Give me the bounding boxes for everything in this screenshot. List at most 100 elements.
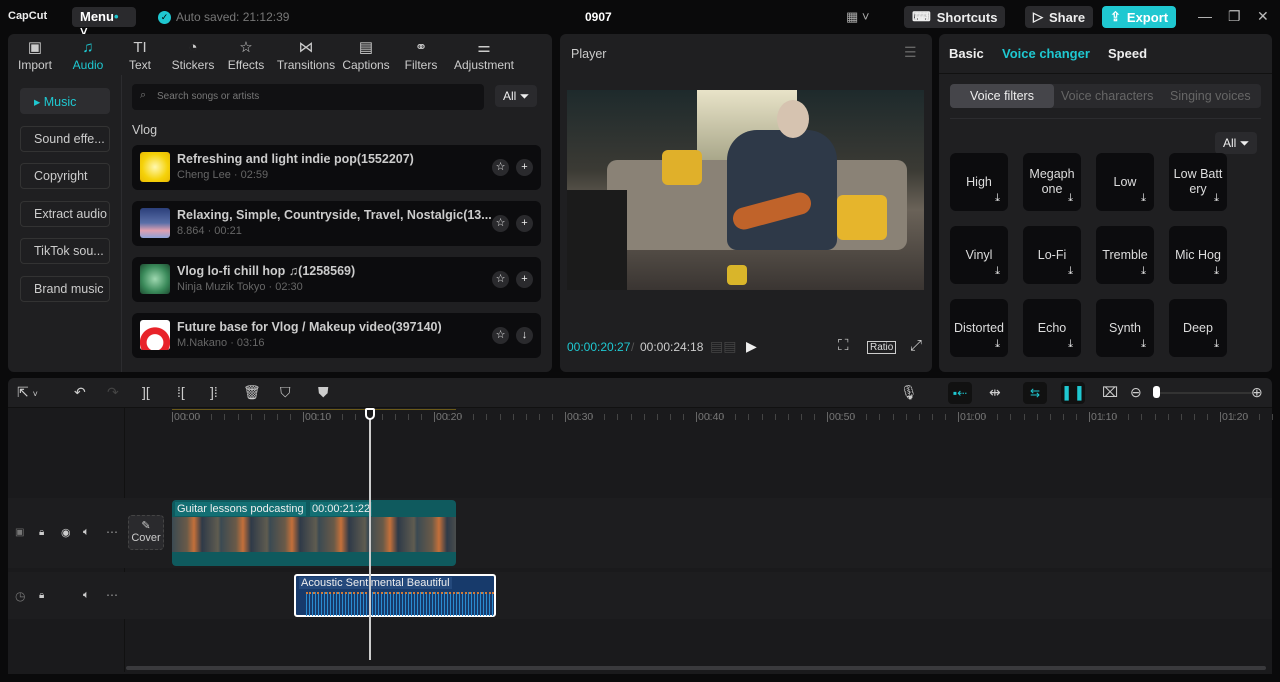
tab-adjustment[interactable]: ⚌ Adjustment — [450, 34, 518, 74]
song-item[interactable]: Vlog lo-fi chill hop ♫(1258569) Ninja Mu… — [132, 257, 541, 302]
tab-speed[interactable]: Speed — [1108, 46, 1147, 61]
add-icon[interactable]: + — [516, 159, 533, 176]
tab-basic[interactable]: Basic — [949, 46, 984, 61]
shield-icon[interactable]: ⛊ — [318, 384, 329, 401]
sidebar-item-extract-audio[interactable]: Extract audio — [20, 201, 110, 227]
voice-filter-echo[interactable]: Echo ⤓ — [1023, 299, 1081, 357]
tab-effects[interactable]: ☆ Effects — [220, 34, 272, 74]
select-tool-icon[interactable]: ⇱ ˅ — [17, 384, 38, 401]
favorite-icon[interactable]: ☆ — [492, 215, 509, 232]
playhead[interactable] — [369, 416, 371, 660]
zoom-slider[interactable] — [1156, 392, 1252, 394]
download-icon[interactable]: ⤓ — [995, 191, 1000, 206]
horizontal-scrollbar[interactable] — [126, 666, 1266, 670]
search-input[interactable]: ⌕ Search songs or artists — [132, 84, 484, 110]
audio-clip[interactable]: Acoustic Sentimental Beautiful — [294, 574, 496, 617]
maximize-icon[interactable]: ❐ — [1228, 8, 1241, 25]
voice-filter-synth[interactable]: Synth ⤓ — [1096, 299, 1154, 357]
voice-filter-tremble[interactable]: Tremble ⤓ — [1096, 226, 1154, 284]
layout-icon[interactable]: ▦ ˅ — [846, 9, 870, 25]
hamburger-menu-icon[interactable]: ☰ — [904, 44, 917, 61]
tab-filters[interactable]: ⚭ Filters — [392, 34, 450, 74]
tab-import[interactable]: ▣ Import — [8, 34, 62, 74]
share-button[interactable]: ▷ Share — [1025, 6, 1094, 28]
voice-filter-deep[interactable]: Deep ⤓ — [1169, 299, 1227, 357]
ratio-button[interactable]: Ratio — [867, 341, 897, 354]
fit-zoom-icon[interactable]: ⛶ — [838, 337, 849, 354]
subtab-voice-filters[interactable]: Voice filters — [950, 84, 1054, 108]
preview-axis-icon[interactable]: ▌▐ — [1061, 382, 1085, 404]
sidebar-item-music[interactable]: ▸ Music — [20, 88, 110, 114]
add-icon[interactable]: + — [516, 271, 533, 288]
zoom-to-fit-icon[interactable]: ⌧ — [1102, 384, 1118, 401]
menu-button[interactable]: Menu• ˅ — [72, 7, 136, 39]
voice-filter-vinyl[interactable]: Vinyl ⤓ — [950, 226, 1008, 284]
volume-icon[interactable]: 🔈︎ — [83, 589, 90, 602]
redo-icon[interactable]: ↷ — [107, 384, 119, 401]
lock-icon[interactable]: 🔒︎ — [39, 590, 44, 601]
microphone-icon[interactable]: 🎙 — [900, 384, 918, 401]
more-icon[interactable]: ⋯ — [106, 525, 118, 539]
play-icon[interactable]: ▶ — [746, 338, 757, 355]
sidebar-item-brand-music[interactable]: Brand music — [20, 276, 110, 302]
voice-filter-distorted[interactable]: Distorted ⤓ — [950, 299, 1008, 357]
download-icon[interactable]: ⤓ — [1141, 191, 1146, 206]
linkage-icon[interactable]: ⇆ — [1023, 382, 1047, 404]
voice-filter-high[interactable]: High ⤓ — [950, 153, 1008, 211]
fullscreen-icon[interactable]: ⤢ — [910, 337, 922, 354]
add-icon[interactable]: + — [516, 215, 533, 232]
download-icon[interactable]: ⤓ — [995, 337, 1000, 352]
cover-button[interactable]: ✎ Cover — [128, 515, 164, 550]
subtab-voice-characters[interactable]: Voice characters — [1061, 84, 1153, 108]
minimize-icon[interactable]: — — [1198, 8, 1212, 24]
volume-icon[interactable]: 🔈︎ — [83, 526, 90, 539]
mark-icon[interactable]: ⛉ — [280, 384, 291, 401]
voice-filter-low[interactable]: Low ⤓ — [1096, 153, 1154, 211]
main-track-magnet-icon[interactable]: ▪⇠ — [948, 382, 972, 404]
shortcuts-button[interactable]: ⌨ Shortcuts — [904, 6, 1006, 28]
tab-voice-changer[interactable]: Voice changer — [1002, 46, 1090, 61]
tab-transitions[interactable]: ⋈ Transitions — [272, 34, 340, 74]
tab-text[interactable]: TI Text — [114, 34, 166, 74]
undo-icon[interactable]: ↶ — [74, 384, 86, 401]
zoom-slider-handle[interactable] — [1153, 386, 1160, 398]
sidebar-item-copyright[interactable]: Copyright — [20, 163, 110, 189]
auto-snap-icon[interactable]: ⇹ — [989, 384, 1001, 401]
sidebar-item-tiktok-sounds[interactable]: TikTok sou... — [20, 238, 110, 264]
download-icon[interactable]: ⤓ — [1141, 337, 1146, 352]
video-clip[interactable]: Guitar lessons podcasting 00:00:21:22 — [172, 500, 456, 566]
song-item[interactable]: Future base for Vlog / Makeup video(3971… — [132, 313, 541, 358]
filter-all-button[interactable]: All ⏷ — [495, 85, 538, 107]
voice-filter-all-button[interactable]: All ⏷ — [1215, 132, 1258, 154]
playhead-handle[interactable] — [365, 408, 375, 420]
eye-icon[interactable]: ◉ — [61, 526, 71, 539]
favorite-icon[interactable]: ☆ — [492, 271, 509, 288]
waveform-icon[interactable]: ▤▤ — [710, 338, 736, 355]
song-item[interactable]: Relaxing, Simple, Countryside, Travel, N… — [132, 201, 541, 246]
download-icon[interactable]: ↓ — [516, 327, 533, 344]
voice-filter-low-battery[interactable]: Low Battery ⤓ — [1169, 153, 1227, 211]
voice-filter-lo-fi[interactable]: Lo-Fi ⤓ — [1023, 226, 1081, 284]
song-item[interactable]: Refreshing and light indie pop(1552207) … — [132, 145, 541, 190]
split-right-icon[interactable]: ]⁞ — [210, 384, 218, 400]
sidebar-item-sound-effects[interactable]: Sound effe... — [20, 126, 110, 152]
subtab-singing-voices[interactable]: Singing voices — [1170, 84, 1251, 108]
download-icon[interactable]: ⤓ — [1214, 337, 1219, 352]
tab-captions[interactable]: ▤ Captions — [340, 34, 392, 74]
download-icon[interactable]: ⤓ — [1214, 264, 1219, 279]
tab-audio[interactable]: ♫ Audio — [62, 34, 114, 74]
download-icon[interactable]: ⤓ — [1141, 264, 1146, 279]
download-icon[interactable]: ⤓ — [1214, 191, 1219, 206]
favorite-icon[interactable]: ☆ — [492, 159, 509, 176]
export-button[interactable]: ⇪ Export — [1102, 6, 1177, 28]
download-icon[interactable]: ⤓ — [1068, 264, 1073, 279]
download-icon[interactable]: ⤓ — [995, 264, 1000, 279]
split-icon[interactable]: ][ — [142, 384, 150, 400]
zoom-out-icon[interactable]: ⊖ — [1130, 384, 1142, 401]
zoom-in-icon[interactable]: ⊕ — [1251, 384, 1263, 401]
more-icon[interactable]: ⋯ — [106, 588, 118, 602]
voice-filter-mic-hog[interactable]: Mic Hog ⤓ — [1169, 226, 1227, 284]
favorite-icon[interactable]: ☆ — [492, 327, 509, 344]
lock-icon[interactable]: 🔒︎ — [39, 527, 44, 538]
video-preview[interactable] — [567, 90, 924, 290]
